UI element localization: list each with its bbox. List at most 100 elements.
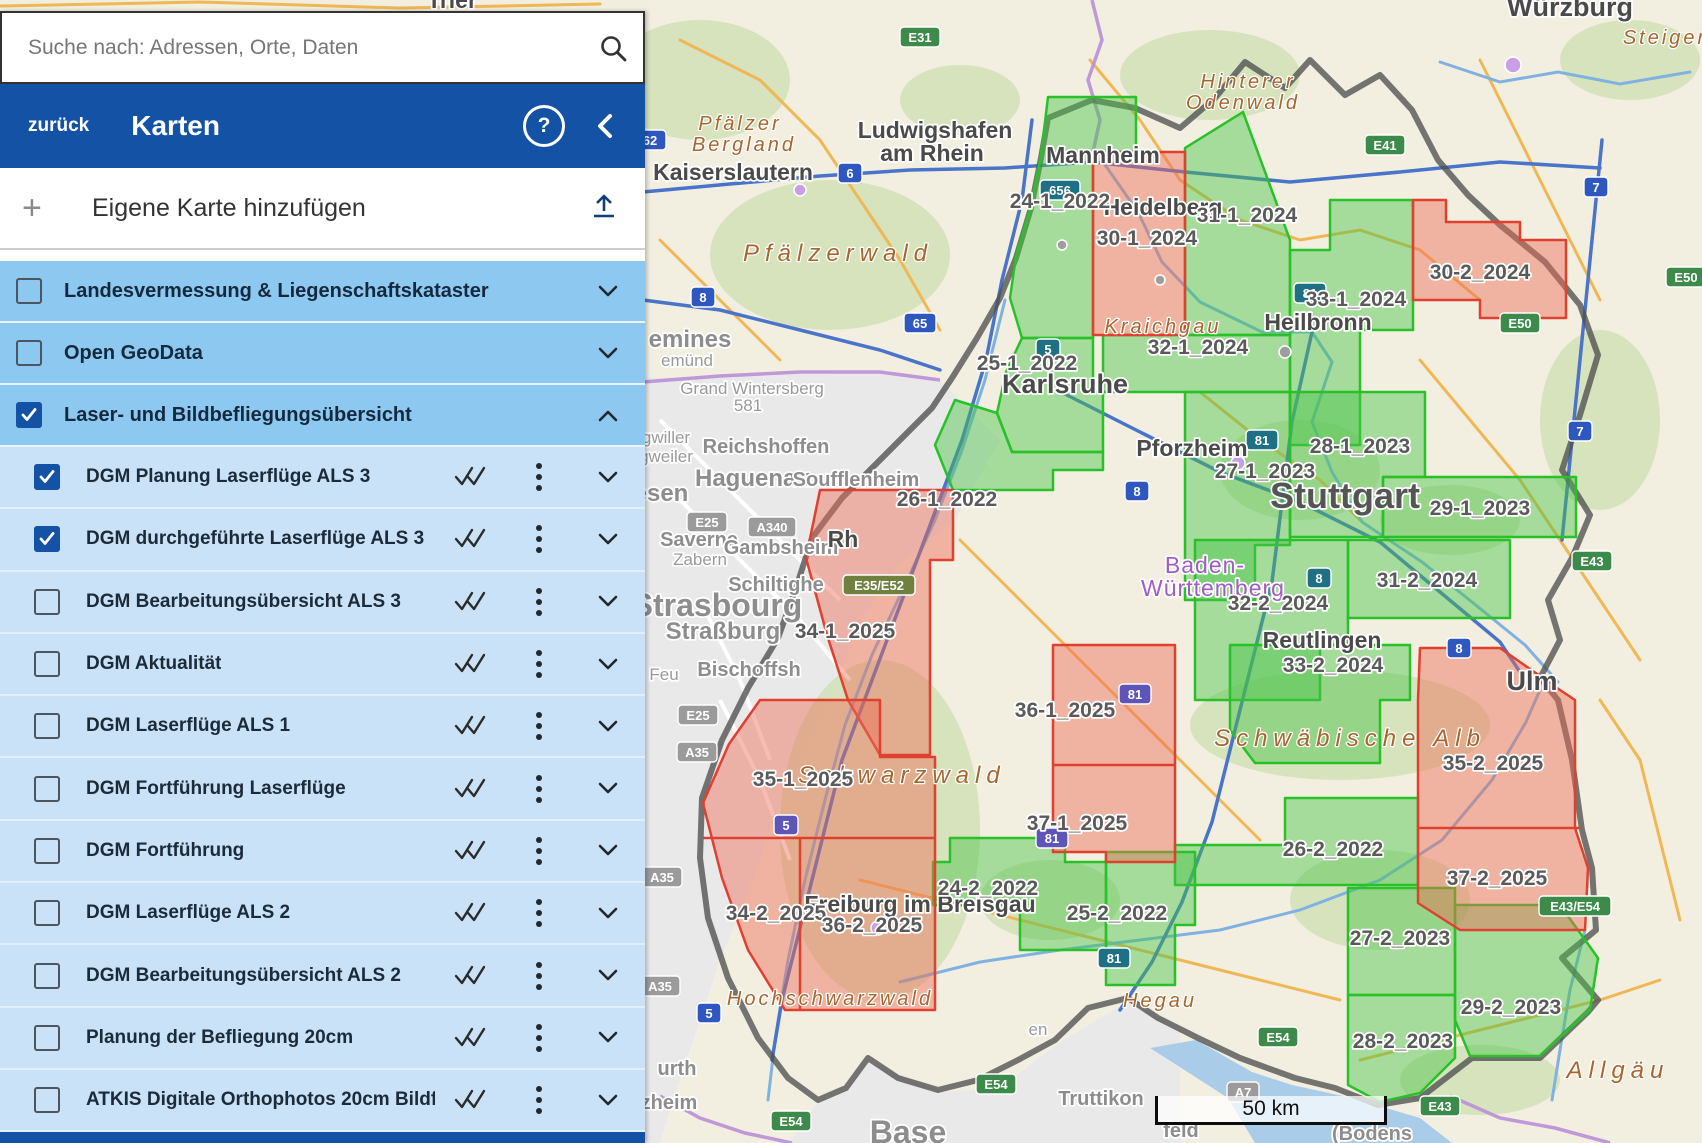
flight-block-label: 34-2_2025: [726, 902, 827, 925]
select-all-icon[interactable]: [435, 1027, 507, 1049]
select-all-icon[interactable]: [435, 591, 507, 613]
flight-block-label: 26-2_2022: [1283, 838, 1383, 861]
category-label: Laser- und Bildbefliegungsübersicht: [64, 404, 412, 427]
select-all-icon[interactable]: [435, 840, 507, 862]
select-all-icon[interactable]: [435, 902, 507, 924]
checkbox[interactable]: [34, 526, 60, 552]
checkbox[interactable]: [16, 402, 42, 428]
select-all-icon[interactable]: [435, 466, 507, 488]
layer-row-4[interactable]: DGM Laserflüge ALS 1: [0, 696, 645, 758]
kebab-menu-icon[interactable]: [507, 898, 571, 928]
flight-block-label: 25-1_2022: [977, 352, 1077, 375]
expand-chevron-icon[interactable]: [571, 657, 645, 672]
help-icon[interactable]: ?: [523, 105, 565, 147]
road-shield: A35: [640, 976, 680, 996]
layer-row-7[interactable]: DGM Laserflüge ALS 2: [0, 883, 645, 945]
category-row-2[interactable]: Laser- und Bildbefliegungsübersicht: [0, 385, 645, 447]
svg-text:7: 7: [1576, 424, 1583, 439]
kebab-menu-icon[interactable]: [507, 587, 571, 617]
layer-row-9[interactable]: Planung der Befliegung 20cm: [0, 1008, 645, 1070]
expand-chevron-icon[interactable]: [571, 532, 645, 547]
kebab-menu-icon[interactable]: [507, 1023, 571, 1053]
place-label: gweiler: [639, 447, 693, 466]
layer-row-5[interactable]: DGM Fortführung Laserflüge: [0, 758, 645, 820]
place-label: Hinterer: [1200, 71, 1295, 93]
checkbox[interactable]: [34, 963, 60, 989]
checkbox[interactable]: [34, 900, 60, 926]
road-shield: 65: [904, 313, 936, 333]
checkbox[interactable]: [34, 651, 60, 677]
select-all-icon[interactable]: [435, 653, 507, 675]
expand-chevron-icon[interactable]: [571, 284, 645, 299]
expand-chevron-icon[interactable]: [571, 719, 645, 734]
kebab-menu-icon[interactable]: [507, 649, 571, 679]
road-shield: E43: [1572, 551, 1612, 571]
select-all-icon[interactable]: [435, 778, 507, 800]
back-button[interactable]: zurück: [28, 115, 89, 137]
expand-chevron-icon[interactable]: [571, 781, 645, 796]
panel-header: zurück Karten ?: [0, 84, 645, 168]
expand-chevron-icon[interactable]: [571, 1030, 645, 1045]
layer-row-10[interactable]: ATKIS Digitale Orthophotos 20cm Bildflug…: [0, 1070, 645, 1132]
checkbox[interactable]: [34, 776, 60, 802]
expand-chevron-icon[interactable]: [571, 843, 645, 858]
layer-row-0[interactable]: DGM Planung Laserflüge ALS 3: [0, 447, 645, 509]
place-label: urth: [658, 1058, 697, 1080]
expand-chevron-icon[interactable]: [571, 470, 645, 485]
collapse-chevron-icon[interactable]: [571, 408, 645, 423]
search-icon[interactable]: [583, 33, 643, 63]
checkbox[interactable]: [34, 713, 60, 739]
checkbox[interactable]: [34, 1087, 60, 1113]
kebab-menu-icon[interactable]: [507, 961, 571, 991]
layer-row-2[interactable]: DGM Bearbeitungsübersicht ALS 3: [0, 572, 645, 634]
svg-text:8: 8: [1315, 571, 1322, 586]
layer-row-3[interactable]: DGM Aktualität: [0, 634, 645, 696]
collapse-panel-icon[interactable]: [565, 113, 645, 139]
geoportal-app: E316268656565E25A340E25A35A35A355E35/E52…: [0, 0, 1702, 1143]
kebab-menu-icon[interactable]: [507, 1085, 571, 1115]
flight-block-label: 31-1_2024: [1197, 204, 1298, 227]
place-label: Steiger: [1623, 27, 1702, 49]
checkbox[interactable]: [34, 838, 60, 864]
svg-text:E35/E52: E35/E52: [854, 578, 904, 593]
expand-chevron-icon[interactable]: [571, 346, 645, 361]
search-input[interactable]: [2, 35, 583, 61]
checkbox[interactable]: [34, 1025, 60, 1051]
checkbox[interactable]: [16, 278, 42, 304]
add-own-map-row[interactable]: + Eigene Karte hinzufügen: [0, 168, 645, 250]
select-all-icon[interactable]: [435, 528, 507, 550]
category-row-0[interactable]: Landesvermessung & Liegenschaftskataster: [0, 261, 645, 323]
svg-text:E50: E50: [1508, 316, 1531, 331]
layer-row-1[interactable]: DGM durchgeführte Laserflüge ALS 3: [0, 509, 645, 571]
checkbox[interactable]: [16, 340, 42, 366]
road-shield: E43/E54: [1539, 896, 1611, 916]
road-shield: E50: [1500, 313, 1540, 333]
place-label: am Rhein: [880, 140, 984, 166]
select-all-icon[interactable]: [435, 1089, 507, 1111]
layer-row-8[interactable]: DGM Bearbeitungsübersicht ALS 2: [0, 945, 645, 1007]
svg-text:A35: A35: [650, 870, 674, 885]
road-shield: E31: [900, 27, 940, 47]
expand-chevron-icon[interactable]: [571, 594, 645, 609]
kebab-menu-icon[interactable]: [507, 836, 571, 866]
select-all-icon[interactable]: [435, 715, 507, 737]
place-label: Pforzheim: [1136, 435, 1247, 461]
checkbox[interactable]: [34, 464, 60, 490]
kebab-menu-icon[interactable]: [507, 462, 571, 492]
checkbox[interactable]: [34, 589, 60, 615]
place-label: Reichshoffen: [703, 436, 830, 458]
place-label: Odenwald: [1186, 92, 1300, 114]
expand-chevron-icon[interactable]: [571, 906, 645, 921]
upload-icon[interactable]: [591, 193, 617, 224]
expand-chevron-icon[interactable]: [571, 968, 645, 983]
kebab-menu-icon[interactable]: [507, 711, 571, 741]
layer-row-6[interactable]: DGM Fortführung: [0, 821, 645, 883]
kebab-menu-icon[interactable]: [507, 524, 571, 554]
kebab-menu-icon[interactable]: [507, 774, 571, 804]
svg-text:E54: E54: [984, 1077, 1008, 1092]
place-label: Ulm: [1506, 666, 1557, 696]
select-all-icon[interactable]: [435, 965, 507, 987]
expand-chevron-icon[interactable]: [571, 1093, 645, 1108]
svg-text:E31: E31: [908, 30, 931, 45]
category-row-1[interactable]: Open GeoData: [0, 323, 645, 385]
